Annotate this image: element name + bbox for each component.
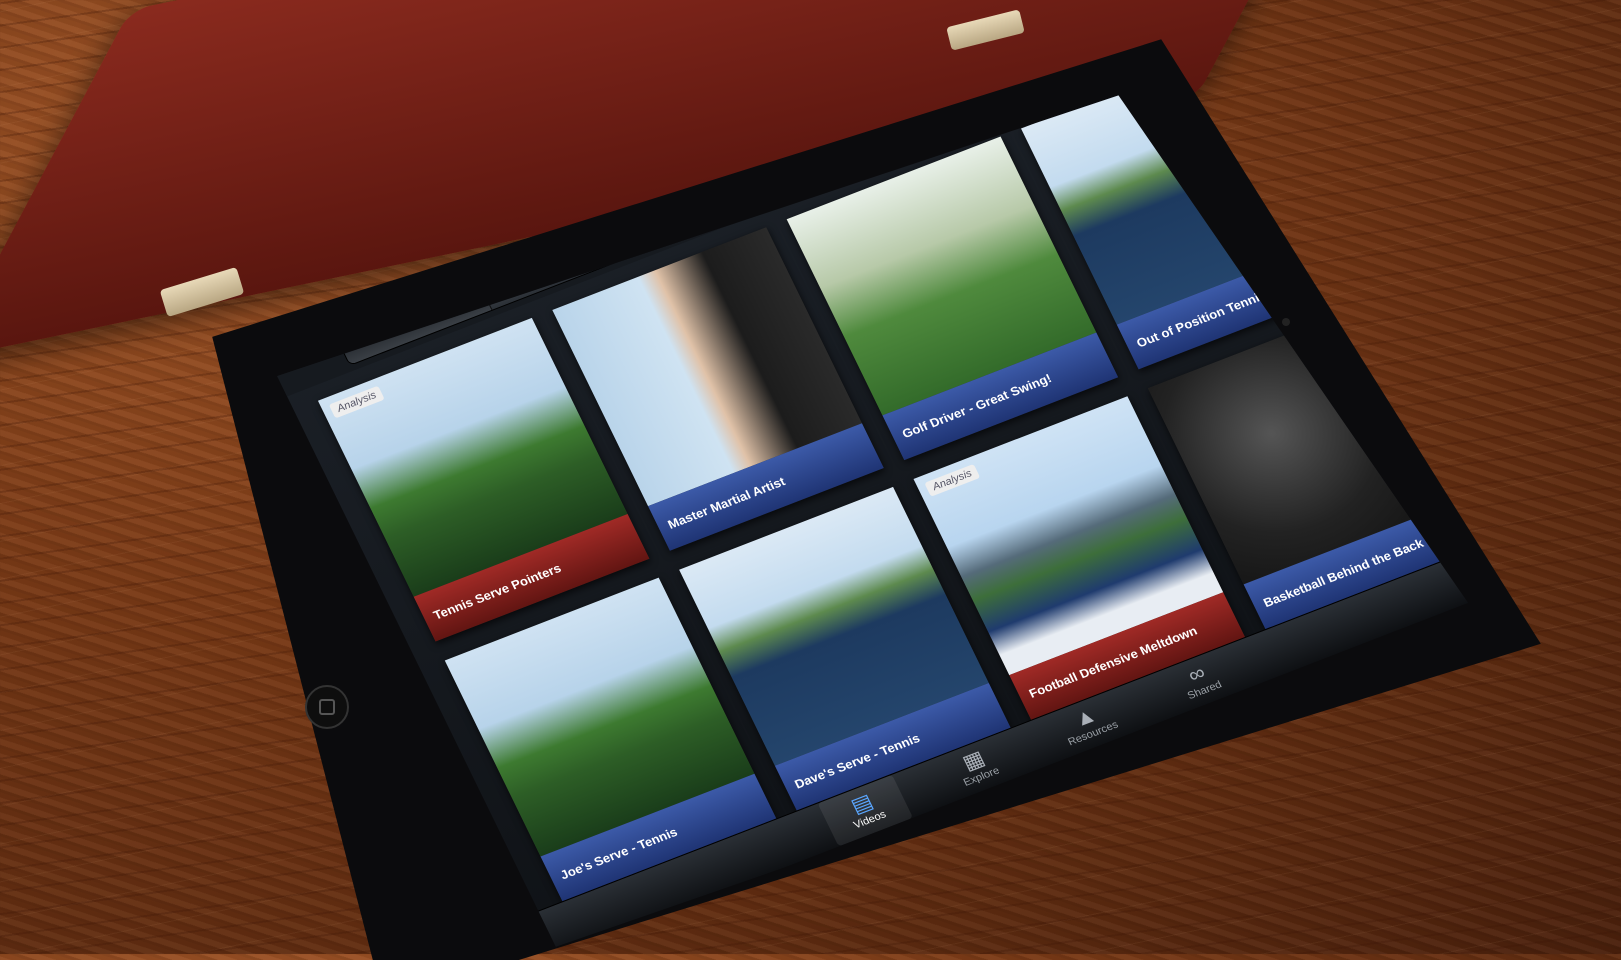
carrier-label: AT&T — [254, 286, 292, 312]
ipad: AT&T 11:21 PM ▭ ■▸ Videos + All Original… — [0, 0, 1621, 960]
clock: 11:21 PM — [688, 110, 746, 144]
front-camera — [1282, 318, 1290, 326]
home-button[interactable] — [305, 685, 349, 729]
screen-viewport: AT&T 11:21 PM ▭ ■▸ Videos + All Original… — [246, 95, 1484, 954]
